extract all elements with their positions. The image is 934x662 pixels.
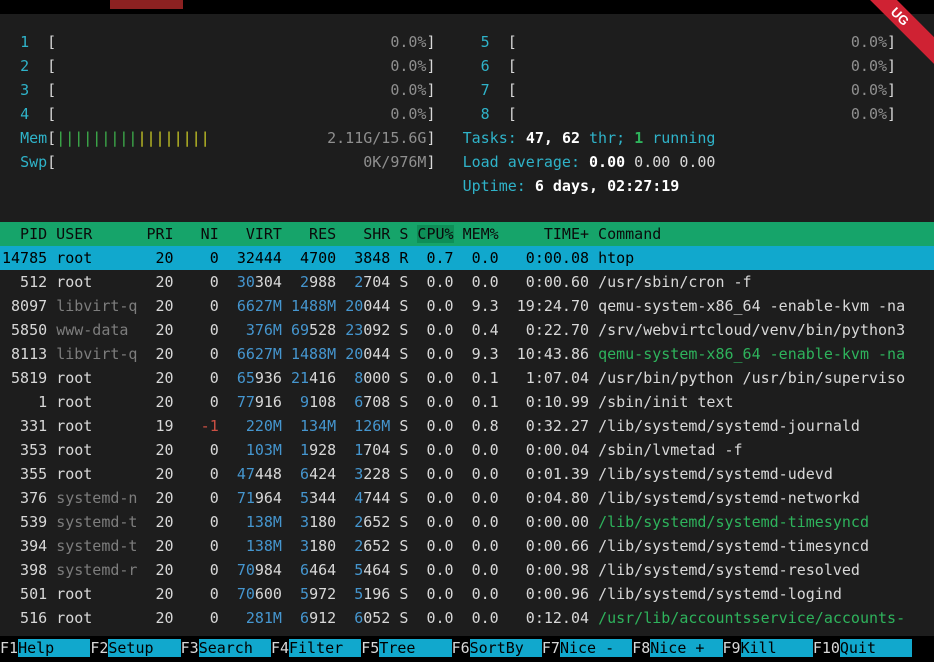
fn-key-label: F7 <box>542 639 560 657</box>
process-row[interactable]: 353 root 20 0 103M 1928 1704 S 0.0 0.0 0… <box>0 438 934 462</box>
fn-f5-tree[interactable]: F5Tree <box>361 639 451 657</box>
fn-key-label: F8 <box>632 639 650 657</box>
sort-column-header: CPU% <box>417 225 453 243</box>
process-table-header: PID USER PRI NI VIRT RES SHR S CPU% MEM%… <box>0 222 934 246</box>
process-row[interactable]: 512 root 20 0 30304 2988 2704 S 0.0 0.0 … <box>0 270 934 294</box>
fn-f8-nice[interactable]: F8Nice + <box>632 639 722 657</box>
fn-action-label: Help <box>18 639 90 657</box>
process-row[interactable]: 5850 www-data 20 0 376M 69528 23092 S 0.… <box>0 318 934 342</box>
fn-action-label: Tree <box>379 639 451 657</box>
process-row[interactable]: 539 systemd-t 20 0 138M 3180 2652 S 0.0 … <box>0 510 934 534</box>
function-key-bar: F1Help F2Setup F3Search F4Filter F5Tree … <box>0 636 934 662</box>
process-row[interactable]: 398 systemd-r 20 0 70984 6464 5464 S 0.0… <box>0 558 934 582</box>
fn-key-label: F5 <box>361 639 379 657</box>
process-row[interactable]: 8097 libvirt-q 20 0 6627M 1488M 20044 S … <box>0 294 934 318</box>
fn-f3-search[interactable]: F3Search <box>181 639 271 657</box>
fn-key-label: F6 <box>452 639 470 657</box>
cpu-meter-row-4: 4 [ 0.0%] 8 [ 0.0%] <box>0 102 934 126</box>
fn-key-label: F4 <box>271 639 289 657</box>
fn-f1-help[interactable]: F1Help <box>0 639 90 657</box>
fn-key-label: F1 <box>0 639 18 657</box>
terminal-content: 1 [ 0.0%] 5 [ 0.0%] 2 [ 0.0%] 6 [ 0.0%] … <box>0 30 934 630</box>
process-row[interactable]: 355 root 20 0 47448 6424 3228 S 0.0 0.0 … <box>0 462 934 486</box>
fn-f2-setup[interactable]: F2Setup <box>90 639 180 657</box>
fn-f6-sortby[interactable]: F6SortBy <box>452 639 542 657</box>
process-row[interactable]: 516 root 20 0 281M 6912 6052 S 0.0 0.0 0… <box>0 606 934 630</box>
process-row[interactable]: 1 root 20 0 77916 9108 6708 S 0.0 0.1 0:… <box>0 390 934 414</box>
process-row[interactable]: 394 systemd-t 20 0 138M 3180 2652 S 0.0 … <box>0 534 934 558</box>
fn-action-label: Quit <box>840 639 912 657</box>
fn-action-label: Search <box>199 639 271 657</box>
spacer-row <box>0 198 934 222</box>
cpu-meter-row-3: 3 [ 0.0%] 7 [ 0.0%] <box>0 78 934 102</box>
fn-action-label: Kill <box>741 639 813 657</box>
process-row[interactable]: 331 root 19 -1 220M 134M 126M S 0.0 0.8 … <box>0 414 934 438</box>
fn-action-label: Nice - <box>560 639 632 657</box>
process-row[interactable]: 5819 root 20 0 65936 21416 8000 S 0.0 0.… <box>0 366 934 390</box>
fn-f4-filter[interactable]: F4Filter <box>271 639 361 657</box>
memory-meter-tasks-row: Mem[||||||||||||||||| 2.11G/15.6G] Tasks… <box>0 126 934 150</box>
fn-key-label: F3 <box>181 639 199 657</box>
cpu-meter-row-1: 1 [ 0.0%] 5 [ 0.0%] <box>0 30 934 54</box>
process-row[interactable]: 501 root 20 0 70600 5972 5196 S 0.0 0.0 … <box>0 582 934 606</box>
fn-f10-quit[interactable]: F10Quit <box>813 639 912 657</box>
swap-meter-load-row: Swp[ 0K/976M] Load average: 0.00 0.00 0.… <box>0 150 934 174</box>
cpu-meter-row-2: 2 [ 0.0%] 6 [ 0.0%] <box>0 54 934 78</box>
fn-f9-kill[interactable]: F9Kill <box>723 639 813 657</box>
fn-key-label: F10 <box>813 639 840 657</box>
process-row[interactable]: 376 systemd-n 20 0 71964 5344 4744 S 0.0… <box>0 486 934 510</box>
top-bar-red-patch <box>110 0 183 9</box>
uptime-row: Uptime: 6 days, 02:27:19 <box>0 174 934 198</box>
fn-action-label: SortBy <box>470 639 542 657</box>
fn-f7-nice[interactable]: F7Nice - <box>542 639 632 657</box>
fn-action-label: Filter <box>289 639 361 657</box>
terminal-top-bar <box>0 0 934 14</box>
htop-screen: UG 1 [ 0.0%] 5 [ 0.0%] 2 [ 0.0%] 6 [ <box>0 0 934 662</box>
process-row[interactable]: 8113 libvirt-q 20 0 6627M 1488M 20044 S … <box>0 342 934 366</box>
process-row[interactable]: 14785 root 20 0 32444 4700 3848 R 0.7 0.… <box>0 246 934 270</box>
fn-key-label: F2 <box>90 639 108 657</box>
fn-key-label: F9 <box>723 639 741 657</box>
fn-action-label: Setup <box>108 639 180 657</box>
fn-action-label: Nice + <box>650 639 722 657</box>
